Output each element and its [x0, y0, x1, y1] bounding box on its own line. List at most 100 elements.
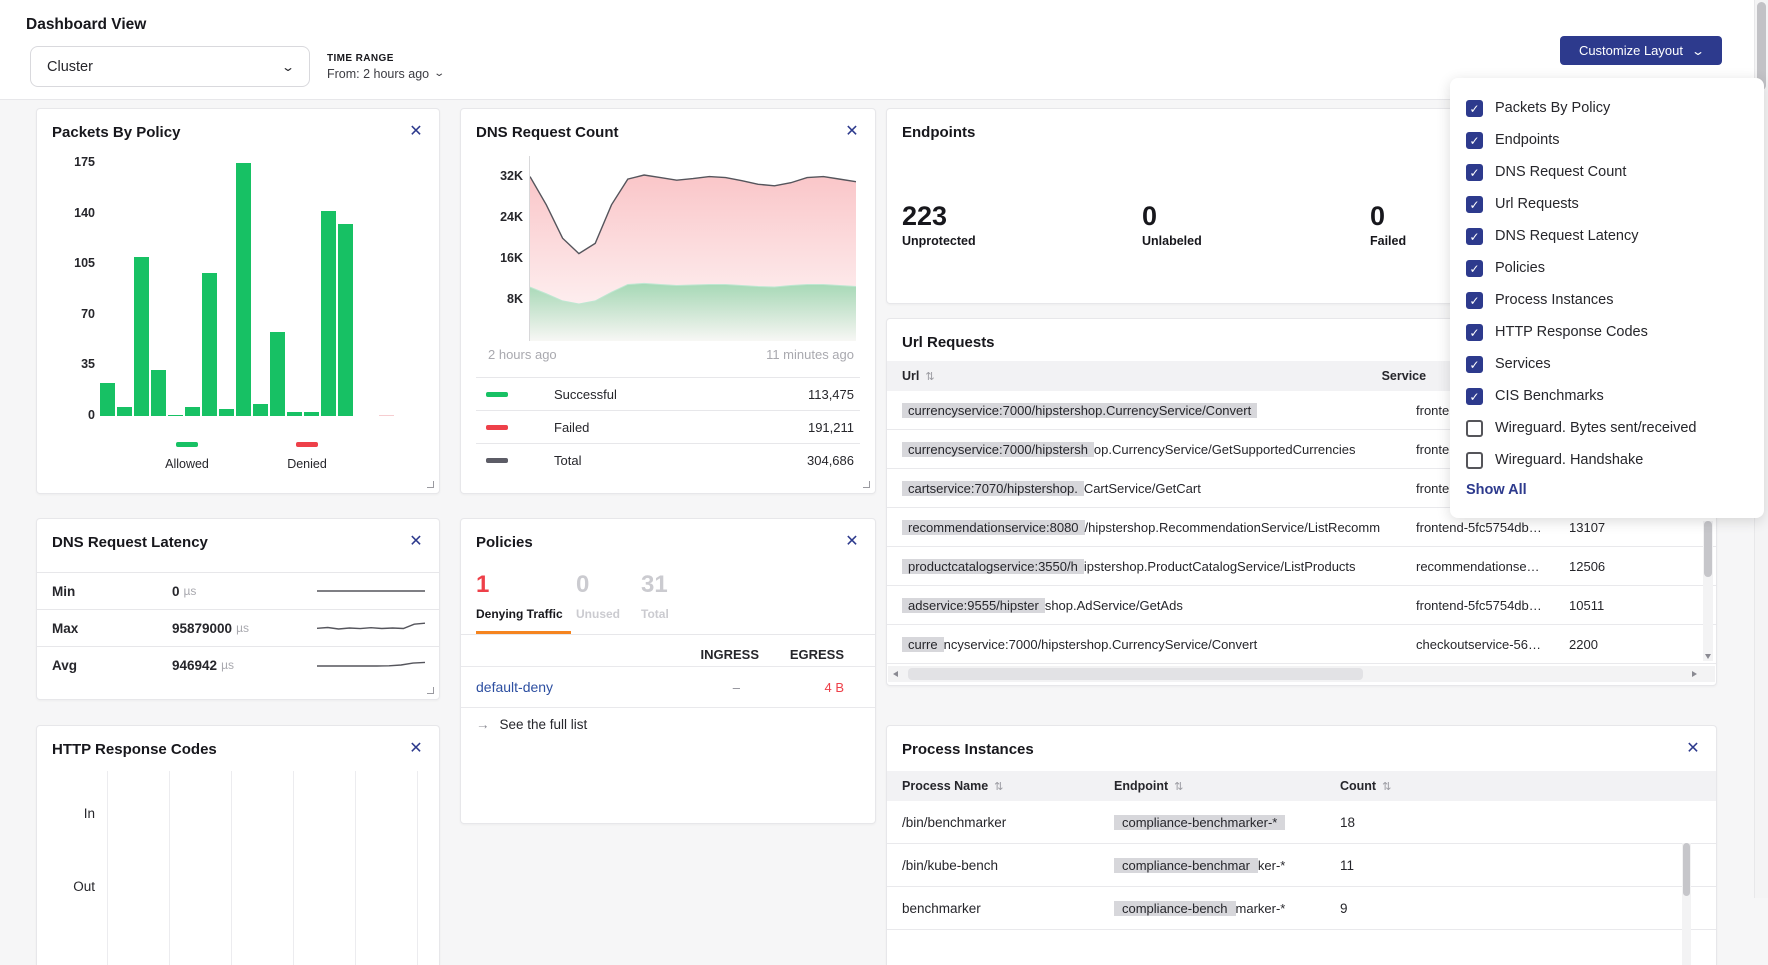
policy-name-link[interactable]: default-deny: [476, 679, 553, 695]
column-header-url[interactable]: Url⇅: [902, 369, 935, 383]
y-tick-label: 24K: [483, 210, 523, 224]
latency-unit: µs: [184, 584, 197, 598]
menu-item-label: Wireguard. Handshake: [1495, 452, 1643, 468]
hscroll-thumb[interactable]: [908, 668, 1363, 680]
column-header-endpoint[interactable]: Endpoint⇅: [1114, 779, 1340, 793]
checkbox-unchecked-icon[interactable]: [1466, 452, 1483, 469]
menu-item-wireguard-handshake[interactable]: Wireguard. Handshake: [1466, 444, 1748, 476]
menu-item-process-instances[interactable]: ✓Process Instances: [1466, 284, 1748, 316]
tab-count: 0: [576, 571, 620, 599]
checkbox-checked-icon[interactable]: ✓: [1466, 324, 1483, 341]
menu-item-services[interactable]: ✓Services: [1466, 348, 1748, 380]
close-icon[interactable]: ✕: [407, 123, 425, 141]
legend-label: Total: [554, 453, 581, 468]
card-title: DNS Request Count: [476, 124, 619, 141]
stat-label: Unlabeled: [1142, 234, 1202, 248]
resize-handle[interactable]: [427, 687, 434, 694]
tab-label: Denying Traffic: [476, 607, 563, 621]
checkbox-unchecked-icon[interactable]: [1466, 420, 1483, 437]
close-icon[interactable]: ✕: [843, 533, 861, 551]
legend-value: 304,686: [807, 453, 854, 468]
column-header-count[interactable]: Count⇅: [1340, 779, 1391, 793]
card-title: Process Instances: [902, 741, 1034, 758]
legend-value: 191,211: [808, 420, 854, 435]
dns-area-chart: [529, 156, 856, 341]
scroll-down-arrow-icon[interactable]: [1705, 654, 1711, 659]
url-table-row[interactable]: currencyservice:7000/hipstershop.Currenc…: [887, 625, 1716, 664]
menu-item-cis-benchmarks[interactable]: ✓CIS Benchmarks: [1466, 380, 1748, 412]
bar-allowed: [219, 409, 234, 416]
endpoint-text: ker-*: [1258, 858, 1285, 873]
checkbox-checked-icon[interactable]: ✓: [1466, 196, 1483, 213]
legend-swatch: [486, 458, 508, 463]
card-packets-by-policy: Packets By Policy ✕ 03570105140175 Allow…: [36, 108, 440, 494]
y-tick-label: 35: [55, 357, 95, 371]
checkbox-checked-icon[interactable]: ✓: [1466, 388, 1483, 405]
close-icon[interactable]: ✕: [407, 740, 425, 758]
url-highlight: currencyservice:7000/hipstershop.Currenc…: [902, 403, 1257, 418]
process-table-row[interactable]: benchmarkercompliance-benchmarker-*9: [887, 887, 1716, 930]
column-header-process-name[interactable]: Process Name⇅: [902, 779, 1114, 793]
resize-handle[interactable]: [863, 481, 870, 488]
legend-label: Denied: [267, 457, 347, 471]
url-horizontal-scrollbar[interactable]: [888, 666, 1715, 682]
scroll-left-arrow-icon[interactable]: [893, 671, 898, 677]
menu-item-endpoints[interactable]: ✓Endpoints: [1466, 124, 1748, 156]
menu-item-http-response-codes[interactable]: ✓HTTP Response Codes: [1466, 316, 1748, 348]
service-cell: recommendationse…: [1416, 559, 1552, 574]
sort-icon: ⇅: [1382, 781, 1391, 793]
view-selector[interactable]: Cluster ⌄: [30, 46, 310, 87]
process-table-row[interactable]: /bin/kube-benchcompliance-benchmarker-*1…: [887, 844, 1716, 887]
checkbox-checked-icon[interactable]: ✓: [1466, 260, 1483, 277]
legend-swatch: [296, 442, 318, 447]
page-scrollbar-thumb[interactable]: [1757, 2, 1766, 90]
tab-count: 31: [641, 571, 669, 599]
bar-allowed: [287, 412, 302, 416]
menu-item-policies[interactable]: ✓Policies: [1466, 252, 1748, 284]
close-icon[interactable]: ✕: [407, 533, 425, 551]
sort-icon: ⇅: [1174, 781, 1183, 793]
show-all-link[interactable]: Show All: [1466, 482, 1748, 498]
menu-item-dns-request-count[interactable]: ✓DNS Request Count: [1466, 156, 1748, 188]
checkbox-checked-icon[interactable]: ✓: [1466, 132, 1483, 149]
menu-item-wireguard-bytes-sent-received[interactable]: Wireguard. Bytes sent/received: [1466, 412, 1748, 444]
menu-item-dns-request-latency[interactable]: ✓ DNS Request Latency: [1466, 220, 1748, 252]
bar-denied: [379, 415, 394, 417]
legend-item-denied: Denied: [267, 434, 347, 471]
customize-layout-button[interactable]: Customize Layout ⌄: [1560, 36, 1722, 65]
scroll-right-arrow-icon[interactable]: [1692, 671, 1697, 677]
latency-row-min: Min0µs: [37, 572, 439, 609]
see-full-list-link[interactable]: → See the full list: [476, 717, 587, 732]
checkbox-checked-icon[interactable]: ✓: [1466, 100, 1483, 117]
y-tick-label: 105: [55, 256, 95, 270]
legend-label: Failed: [554, 420, 589, 435]
checkbox-checked-icon[interactable]: ✓: [1466, 164, 1483, 181]
menu-item-url-requests[interactable]: ✓Url Requests: [1466, 188, 1748, 220]
checkbox-checked-icon[interactable]: ✓: [1466, 228, 1483, 245]
process-vertical-scrollbar[interactable]: [1682, 843, 1691, 965]
url-table-row[interactable]: productcatalogservice:3550/hipstershop.P…: [887, 547, 1716, 586]
endpoint-highlight: compliance-benchmarker-*: [1114, 815, 1285, 830]
close-icon[interactable]: ✕: [1684, 740, 1702, 758]
time-range[interactable]: TIME RANGE From: 2 hours ago ⌄: [327, 53, 444, 81]
policy-tab-total[interactable]: 31Total: [641, 571, 669, 621]
checkbox-checked-icon[interactable]: ✓: [1466, 292, 1483, 309]
url-table-row[interactable]: adservice:9555/hipstershop.AdService/Get…: [887, 586, 1716, 625]
policy-tab-denying-traffic[interactable]: 1Denying Traffic: [476, 571, 563, 621]
resize-handle[interactable]: [427, 481, 434, 488]
process-table-row[interactable]: /bin/benchmarkercompliance-benchmarker-*…: [887, 801, 1716, 844]
close-icon[interactable]: ✕: [843, 123, 861, 141]
bar-allowed: [117, 407, 132, 416]
url-vertical-scrollbar[interactable]: [1703, 521, 1713, 661]
menu-item-label: DNS Request Latency: [1495, 228, 1638, 244]
bar-allowed: [338, 224, 353, 416]
customize-layout-label: Customize Layout: [1579, 43, 1683, 58]
url-text: CartService/GetCart: [1084, 481, 1201, 496]
policy-tab-unused[interactable]: 0Unused: [576, 571, 620, 621]
menu-item-packets-by-policy[interactable]: ✓Packets By Policy: [1466, 92, 1748, 124]
url-text: ncyservice:7000/hipstershop.CurrencyServ…: [944, 637, 1258, 652]
checkbox-checked-icon[interactable]: ✓: [1466, 356, 1483, 373]
column-header-service[interactable]: Service: [1382, 369, 1426, 383]
bar-allowed: [100, 383, 115, 416]
service-cell: checkoutservice-56…: [1416, 637, 1552, 652]
